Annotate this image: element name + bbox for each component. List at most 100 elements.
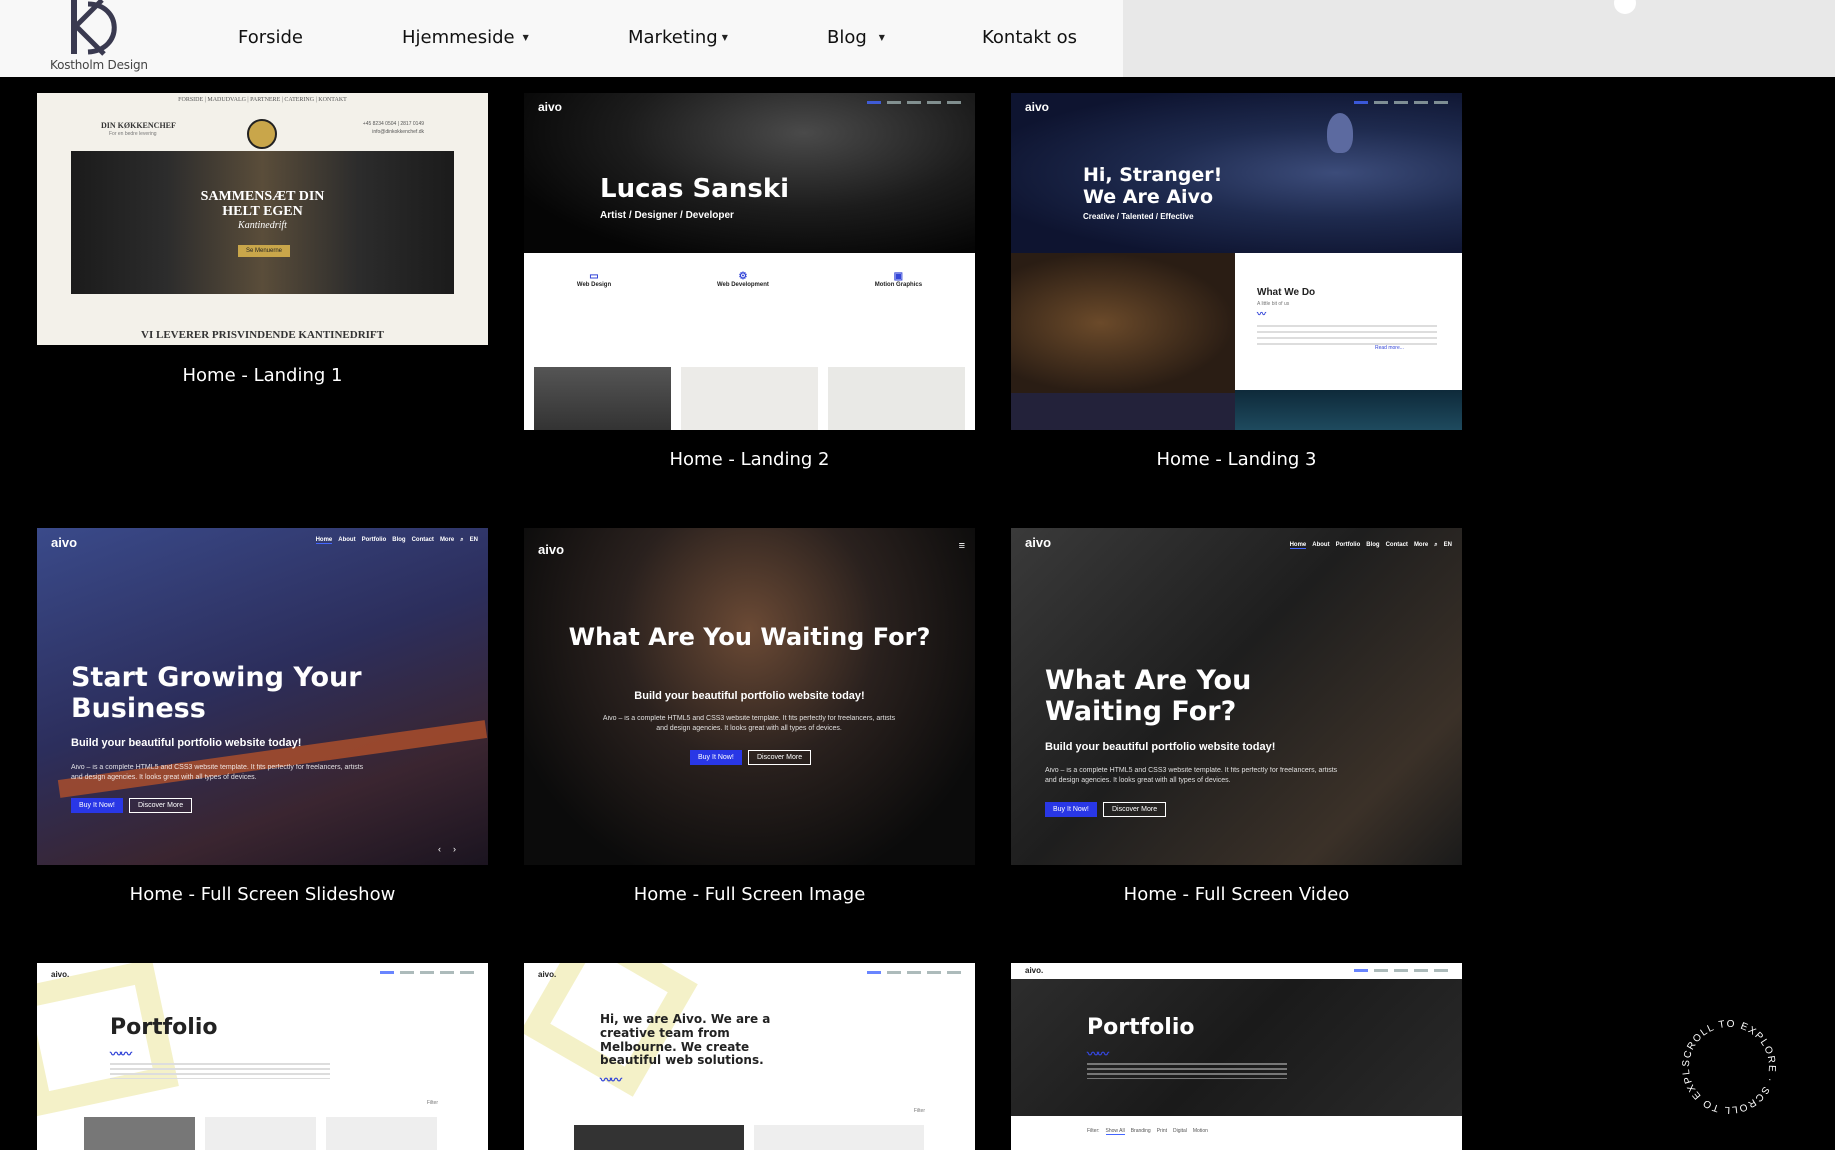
nav-hjemmeside[interactable]: Hjemmeside ▼	[402, 27, 529, 48]
thumb-portfolio-image	[828, 367, 965, 430]
demo-card-portfolio-1[interactable]: aivo. Portfolio 〰〰 Filter	[37, 963, 488, 1150]
demo-thumbnail[interactable]: FORSIDE | MADUDVALG | PARTNERE | CATERIN…	[37, 93, 488, 345]
thumb-phone: +45 8234 0504 | 2817 0149	[362, 121, 424, 127]
card-title[interactable]: Home - Landing 1	[37, 365, 488, 386]
thumb-subtitle: Build your beautiful portfolio website t…	[71, 737, 302, 749]
wave-icon: 〰〰	[1087, 1047, 1109, 1061]
thumb-what-we-do-box: What We Do A little bit of us 〰 Read mor…	[1235, 253, 1462, 390]
thumb-room-photo	[1011, 253, 1235, 393]
search-icon: ⌕	[460, 537, 464, 543]
logo-mark-icon	[71, 0, 117, 56]
card-title[interactable]: Home - Full Screen Image	[524, 884, 975, 905]
demo-thumbnail[interactable]: aivo Hi, Stranger! We Are Aivo Creative …	[1011, 93, 1462, 430]
logo-text: Kostholm Design	[50, 58, 148, 72]
thumb-filter-bar: Filter: Show All Branding Print Digital …	[1087, 1128, 1208, 1135]
thumb-portfolio-image	[534, 367, 671, 430]
thumb-logo: aivo.	[538, 970, 557, 979]
feature-web-development: ⚙ Web Development	[716, 271, 769, 288]
thumb-cta: Se Menuerne	[238, 245, 291, 257]
demo-thumbnail[interactable]: aivo Home About Portfolio Blog Contact M…	[37, 528, 488, 865]
thumb-logo: aivo.	[51, 970, 70, 979]
card-title[interactable]: Home - Landing 2	[524, 449, 975, 470]
monitor-icon: ▭	[589, 271, 599, 282]
nav-forside[interactable]: Forside	[238, 27, 303, 48]
demo-card-landing-2[interactable]: aivo Lucas Sanski Artist / Designer / De…	[524, 93, 975, 470]
thumb-brand-sub: For en bedre levering	[109, 131, 157, 137]
demo-thumbnail[interactable]: aivo. Portfolio 〰〰 Filter: Show All Bran…	[1011, 963, 1462, 1150]
demo-card-portfolio-2[interactable]: aivo. Hi, we are Aivo. We are a creative…	[524, 963, 975, 1150]
site-logo[interactable]: Kostholm Design	[48, 0, 148, 76]
thumb-dark-band	[1011, 393, 1235, 430]
demo-card-landing-1[interactable]: FORSIDE | MADUDVALG | PARTNERE | CATERIN…	[37, 93, 488, 386]
hamburger-menu-icon: ≡	[958, 540, 965, 552]
card-title[interactable]: Home - Full Screen Slideshow	[37, 884, 488, 905]
thumb-subtitle: Build your beautiful portfolio website t…	[634, 690, 865, 702]
demo-card-slideshow[interactable]: aivo Home About Portfolio Blog Contact M…	[37, 528, 488, 905]
thumb-title: Lucas Sanski	[600, 174, 790, 204]
box-paragraph	[1257, 325, 1437, 349]
thumb-headline-3: Kantinedrift	[238, 219, 287, 231]
demo-card-fullscreen-video[interactable]: aivo Home About Portfolio Blog Contact M…	[1011, 528, 1462, 905]
caret-down-icon: ▼	[721, 33, 728, 42]
thumb-portfolio-image	[84, 1117, 195, 1150]
thumb-portfolio-image	[681, 367, 818, 430]
nav-marketing[interactable]: Marketing ▼	[628, 27, 728, 48]
thumb-email: info@dinkokkenchef.dk	[372, 129, 424, 135]
demo-thumbnail[interactable]: aivo ≡ What Are You Waiting For? Build y…	[524, 528, 975, 865]
thumb-buy-button: Buy It Now!	[690, 750, 742, 765]
thumb-buy-button: Buy It Now!	[71, 798, 123, 813]
nav-label: Blog	[827, 27, 867, 48]
thumb-mini-nav	[1354, 969, 1448, 972]
thumb-title: What Are You Waiting For?	[568, 623, 931, 651]
header-right-panel	[1123, 0, 1835, 77]
site-header	[0, 0, 1123, 77]
thumb-title: Portfolio	[110, 1015, 218, 1040]
thumb-logo: aivo	[51, 535, 78, 550]
thumb-title: Hi, we are Aivo. We are a creative team …	[600, 1012, 771, 1068]
svg-text:SCROLL TO EXPLORE · SCROLL TO: SCROLL TO EXPLORE · SCROLL TO EXPLORE ·	[1674, 1012, 1777, 1115]
nav-label: Hjemmeside	[402, 27, 515, 48]
card-title[interactable]: Home - Full Screen Video	[1011, 884, 1462, 905]
demo-thumbnail[interactable]: aivo Home About Portfolio Blog Contact M…	[1011, 528, 1462, 865]
thumb-hero-photo: SAMMENSÆT DIN HELT EGEN Kantinedrift Se …	[71, 151, 454, 294]
thumb-paragraph	[110, 1063, 330, 1079]
demo-thumbnail[interactable]: aivo. Portfolio 〰〰 Filter	[37, 963, 488, 1150]
thumb-logo: aivo.	[1025, 966, 1044, 975]
demo-thumbnail[interactable]: aivo. Hi, we are Aivo. We are a creative…	[524, 963, 975, 1150]
thumb-logo: aivo	[538, 542, 565, 557]
thumb-title: Hi, Stranger! We Are Aivo	[1083, 164, 1222, 209]
thumb-mini-nav	[380, 971, 474, 974]
scroll-to-explore-badge[interactable]: SCROLL TO EXPLORE · SCROLL TO EXPLORE ·	[1674, 1012, 1784, 1122]
caret-down-icon: ▼	[878, 33, 885, 42]
feature-web-design: ▭ Web Design	[576, 271, 612, 288]
thumb-menu: Home About Portfolio Blog Contact More ⌕…	[1289, 542, 1452, 549]
nav-label: Marketing	[628, 27, 718, 48]
nav-kontakt[interactable]: Kontakt os	[982, 27, 1077, 48]
feature-motion-graphics: ▣ Motion Graphics	[874, 271, 923, 288]
thumb-portfolio-image	[574, 1125, 744, 1150]
card-title[interactable]: Home - Landing 3	[1011, 449, 1462, 470]
thumb-mini-nav	[867, 101, 961, 104]
thumb-title: Portfolio	[1087, 1015, 1195, 1040]
thumb-mini-nav	[1354, 101, 1448, 104]
demo-card-landing-3[interactable]: aivo Hi, Stranger! We Are Aivo Creative …	[1011, 93, 1462, 470]
demo-thumbnail[interactable]: aivo Lucas Sanski Artist / Designer / De…	[524, 93, 975, 430]
demo-card-portfolio-3[interactable]: aivo. Portfolio 〰〰 Filter: Show All Bran…	[1011, 963, 1462, 1150]
thumb-logo: aivo	[1025, 535, 1052, 550]
slider-arrows-icon: ‹›	[438, 844, 468, 854]
thumb-paragraph: Aivo – is a complete HTML5 and CSS3 webs…	[1045, 767, 1338, 784]
thumb-discover-button: Discover More	[748, 750, 812, 765]
thumb-hero-desk-photo	[1011, 963, 1462, 1116]
camera-icon: ▣	[893, 271, 904, 282]
thumb-buy-button: Buy It Now!	[1045, 802, 1097, 817]
thumb-headline-2: HELT EGEN	[222, 204, 303, 220]
demo-card-fullscreen-image[interactable]: aivo ≡ What Are You Waiting For? Build y…	[524, 528, 975, 905]
nav-blog[interactable]: Blog ▼	[827, 27, 885, 48]
thumb-logo: aivo	[1025, 100, 1050, 114]
thumb-mini-nav	[867, 971, 961, 974]
thumb-portfolio-image	[205, 1117, 316, 1150]
gear-icon: ⚙	[738, 271, 748, 282]
read-more-link: Read more...	[1375, 345, 1404, 351]
thumb-title-line-2: We Are Aivo	[1083, 185, 1214, 208]
thumb-subtitle: Creative / Talented / Effective	[1083, 212, 1194, 221]
